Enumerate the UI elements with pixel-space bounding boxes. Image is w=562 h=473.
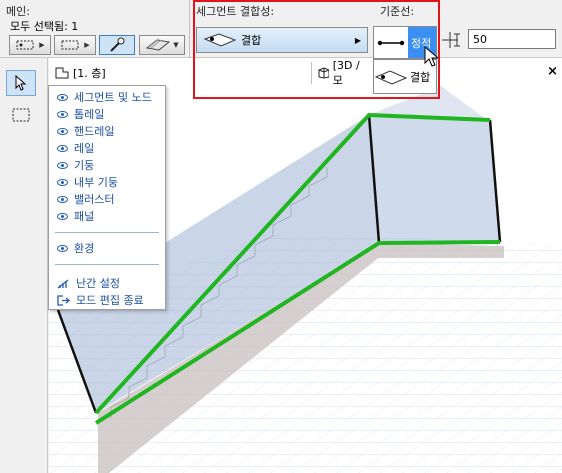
- join-icon: [374, 69, 408, 85]
- eye-icon: [57, 127, 68, 135]
- marquee-icon: [61, 40, 79, 50]
- close-icon[interactable]: ×: [547, 64, 558, 79]
- railing-settings-icon: [57, 278, 69, 289]
- left-toolbox: [0, 58, 48, 473]
- magic-wand-button[interactable]: [99, 35, 135, 55]
- menu-item-label: 핸드레일: [74, 125, 115, 138]
- main-section: 메인: 모두 선택됨: 1 ▶ ▶ ▼: [0, 0, 190, 58]
- marquee-tool-button[interactable]: [6, 102, 36, 128]
- arrow-pointer-icon: [15, 75, 27, 91]
- menu-item-rail[interactable]: 레일: [57, 140, 94, 156]
- menu-item-label: 패널: [74, 210, 95, 223]
- menu-item-label: 세그먼트 및 노드: [74, 91, 152, 104]
- segment-join-value: 결합: [241, 34, 262, 47]
- select-all-label: 모두 선택됨: 1: [10, 20, 79, 33]
- menu-item-inner-post[interactable]: 내부 기둥: [57, 174, 118, 190]
- eye-icon: [57, 195, 68, 203]
- segment-section-title: 세그먼트 결합성:: [196, 5, 275, 18]
- menu-item-label: 밸러스터: [74, 193, 115, 206]
- chevron-right-icon: ▶: [39, 41, 45, 49]
- eye-icon: [57, 244, 68, 252]
- marquee-icon: [12, 108, 30, 122]
- marquee-select-button[interactable]: ▶: [54, 35, 96, 55]
- tab-3d-label: [3D / 모: [332, 58, 360, 87]
- menu-item-label: 내부 기둥: [74, 176, 118, 189]
- offset-input[interactable]: [468, 29, 556, 49]
- dashed-selection-icon: [16, 40, 34, 50]
- eye-icon: [57, 93, 68, 101]
- menu-item-toprail[interactable]: 톱레일: [57, 106, 104, 122]
- surface-button[interactable]: ▼: [139, 35, 185, 55]
- menu-item-label: 레일: [74, 142, 95, 155]
- view-tab-bar: [1. 층] [3D / 모 ×: [49, 59, 562, 87]
- tab-3d[interactable]: [3D / 모: [311, 59, 375, 87]
- chevron-down-icon: ▼: [173, 41, 179, 49]
- magic-wand-icon: [110, 37, 125, 52]
- surface-icon: [146, 38, 171, 51]
- menu-item-post[interactable]: 기둥: [57, 157, 94, 173]
- segment-join-dropdown[interactable]: 결합 ▶: [196, 27, 368, 53]
- join-option-join-label: 결합: [410, 70, 431, 84]
- static-line-icon: [377, 40, 405, 45]
- eye-icon: [57, 212, 68, 220]
- main-section-title: 메인:: [6, 5, 30, 18]
- menu-divider: [55, 232, 159, 233]
- menu-item-exit-edit-mode[interactable]: 모드 편집 종료: [57, 292, 144, 308]
- chevron-right-icon: ▶: [84, 41, 90, 49]
- offset-dimension-icon: [442, 32, 460, 48]
- mouse-cursor-icon: [424, 46, 440, 67]
- info-box: 메인: 모두 선택됨: 1 ▶ ▶ ▼ 세그먼트 결합성: 결합 ▶ 기준선:: [0, 0, 562, 58]
- display-options-menu: 세그먼트 및 노드 톱레일 핸드레일 레일 기둥 내부 기둥 밸러스터 패널 환…: [48, 85, 166, 310]
- eye-icon: [57, 178, 68, 186]
- menu-item-label: 모드 편집 종료: [76, 294, 144, 307]
- eye-icon: [57, 110, 68, 118]
- static-icon-box: [374, 27, 408, 58]
- menu-divider: [55, 264, 159, 265]
- cube-3d-icon: [318, 67, 329, 79]
- eye-icon: [57, 161, 68, 169]
- menu-item-label: 기둥: [74, 159, 95, 172]
- menu-item-label: 톱레일: [74, 108, 105, 121]
- segment-section: 세그먼트 결합성: 결합 ▶: [190, 0, 370, 58]
- exit-icon: [57, 294, 70, 306]
- reference-section-title: 기준선:: [380, 5, 415, 18]
- menu-item-environment[interactable]: 환경: [57, 240, 94, 256]
- join-icon: [203, 33, 237, 47]
- eye-icon: [57, 144, 68, 152]
- glass-panel-upper: [369, 115, 500, 243]
- menu-item-baluster[interactable]: 밸러스터: [57, 191, 114, 207]
- menu-item-segments-nodes[interactable]: 세그먼트 및 노드: [57, 89, 152, 105]
- menu-item-panel[interactable]: 패널: [57, 208, 94, 224]
- tab-floor-plan[interactable]: [1. 층]: [49, 62, 311, 84]
- menu-item-railing-settings[interactable]: 난간 설정: [57, 275, 120, 291]
- menu-item-label: 난간 설정: [76, 277, 120, 290]
- chevron-right-icon: ▶: [354, 35, 361, 45]
- floor-plan-icon: [55, 67, 69, 79]
- menu-item-handrail[interactable]: 핸드레일: [57, 123, 114, 139]
- arrow-tool-button[interactable]: [6, 70, 36, 96]
- menu-item-label: 환경: [74, 242, 95, 255]
- selection-filter-button[interactable]: ▶: [9, 35, 51, 55]
- tab-floor-plan-label: [1. 층]: [73, 67, 106, 80]
